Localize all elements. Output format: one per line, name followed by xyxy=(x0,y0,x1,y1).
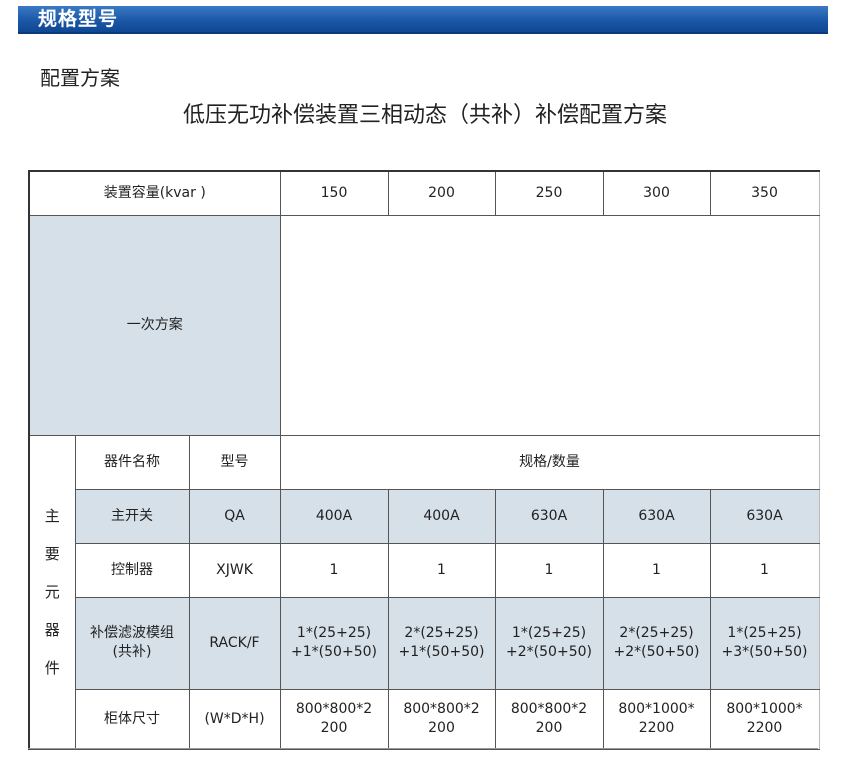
row-value: 1 xyxy=(279,542,389,598)
table-bottom-divider xyxy=(28,748,818,749)
main-components-group-label: 主 要 元 器 件 xyxy=(28,434,76,750)
section-title: 配置方案 xyxy=(40,66,120,90)
header-component-name: 器件名称 xyxy=(74,434,190,490)
table-row: 补偿滤波模组 (共补) RACK/F 1*(25+25) +1*(50+50) … xyxy=(29,596,820,690)
row-value: 630A xyxy=(709,488,820,544)
primary-scheme-diagram-area xyxy=(279,214,820,436)
row-model: QA xyxy=(188,488,281,544)
row-value: 800*800*2 200 xyxy=(279,688,389,750)
group-label-char: 主 xyxy=(44,507,60,525)
row-name: 柜体尺寸 xyxy=(74,688,190,750)
main-title-text: 低压无功补偿装置三相动态（共补）补偿配置方案 xyxy=(182,103,667,128)
banner-title: 规格型号 xyxy=(38,8,119,30)
row-value: 1*(25+25) +2*(50+50) xyxy=(494,596,604,690)
row-value: 800*800*2 200 xyxy=(387,688,496,750)
row-value: 400A xyxy=(387,488,496,544)
main-title: 低压无功补偿装置三相动态（共补）补偿配置方案 xyxy=(0,97,850,129)
row-name: 控制器 xyxy=(74,542,190,598)
row-model: RACK/F xyxy=(188,596,281,690)
group-label-char: 要 xyxy=(44,545,60,563)
section-banner: 规格型号 xyxy=(18,6,828,34)
capacity-label: 装置容量(kvar ) xyxy=(28,170,281,216)
header-spec-quantity: 规格/数量 xyxy=(279,434,820,490)
row-model: (W*D*H) xyxy=(188,688,281,750)
capacity-value: 300 xyxy=(602,170,711,216)
capacity-value: 250 xyxy=(494,170,604,216)
configuration-table: 装置容量(kvar ) 150 200 250 300 350 一次方案 主 要… xyxy=(28,170,820,750)
row-value: 1 xyxy=(387,542,496,598)
row-value: 1 xyxy=(494,542,604,598)
row-model: XJWK xyxy=(188,542,281,598)
row-name: 补偿滤波模组 (共补) xyxy=(74,596,190,690)
row-value: 630A xyxy=(602,488,711,544)
row-value: 1*(25+25) +1*(50+50) xyxy=(279,596,389,690)
row-value: 2*(25+25) +1*(50+50) xyxy=(387,596,496,690)
row-value: 630A xyxy=(494,488,604,544)
row-value: 400A xyxy=(279,488,389,544)
capacity-value: 350 xyxy=(709,170,820,216)
table-row: 控制器 XJWK 1 1 1 1 1 xyxy=(29,542,820,598)
row-value: 800*800*2 200 xyxy=(494,688,604,750)
table-row: 主开关 QA 400A 400A 630A 630A 630A xyxy=(29,488,820,544)
header-model: 型号 xyxy=(188,434,281,490)
row-value: 800*1000* 2200 xyxy=(709,688,820,750)
capacity-value: 200 xyxy=(387,170,496,216)
group-label-char: 元 xyxy=(44,583,60,601)
primary-scheme-label: 一次方案 xyxy=(28,214,281,436)
row-value: 1*(25+25) +3*(50+50) xyxy=(709,596,820,690)
row-value: 800*1000* 2200 xyxy=(602,688,711,750)
row-value: 1 xyxy=(709,542,820,598)
row-value: 1 xyxy=(602,542,711,598)
capacity-value: 150 xyxy=(279,170,389,216)
row-value: 2*(25+25) +2*(50+50) xyxy=(602,596,711,690)
table-row: 柜体尺寸 (W*D*H) 800*800*2 200 800*800*2 200… xyxy=(29,688,820,750)
group-label-char: 件 xyxy=(44,659,60,677)
row-name: 主开关 xyxy=(74,488,190,544)
group-label-char: 器 xyxy=(44,621,60,639)
